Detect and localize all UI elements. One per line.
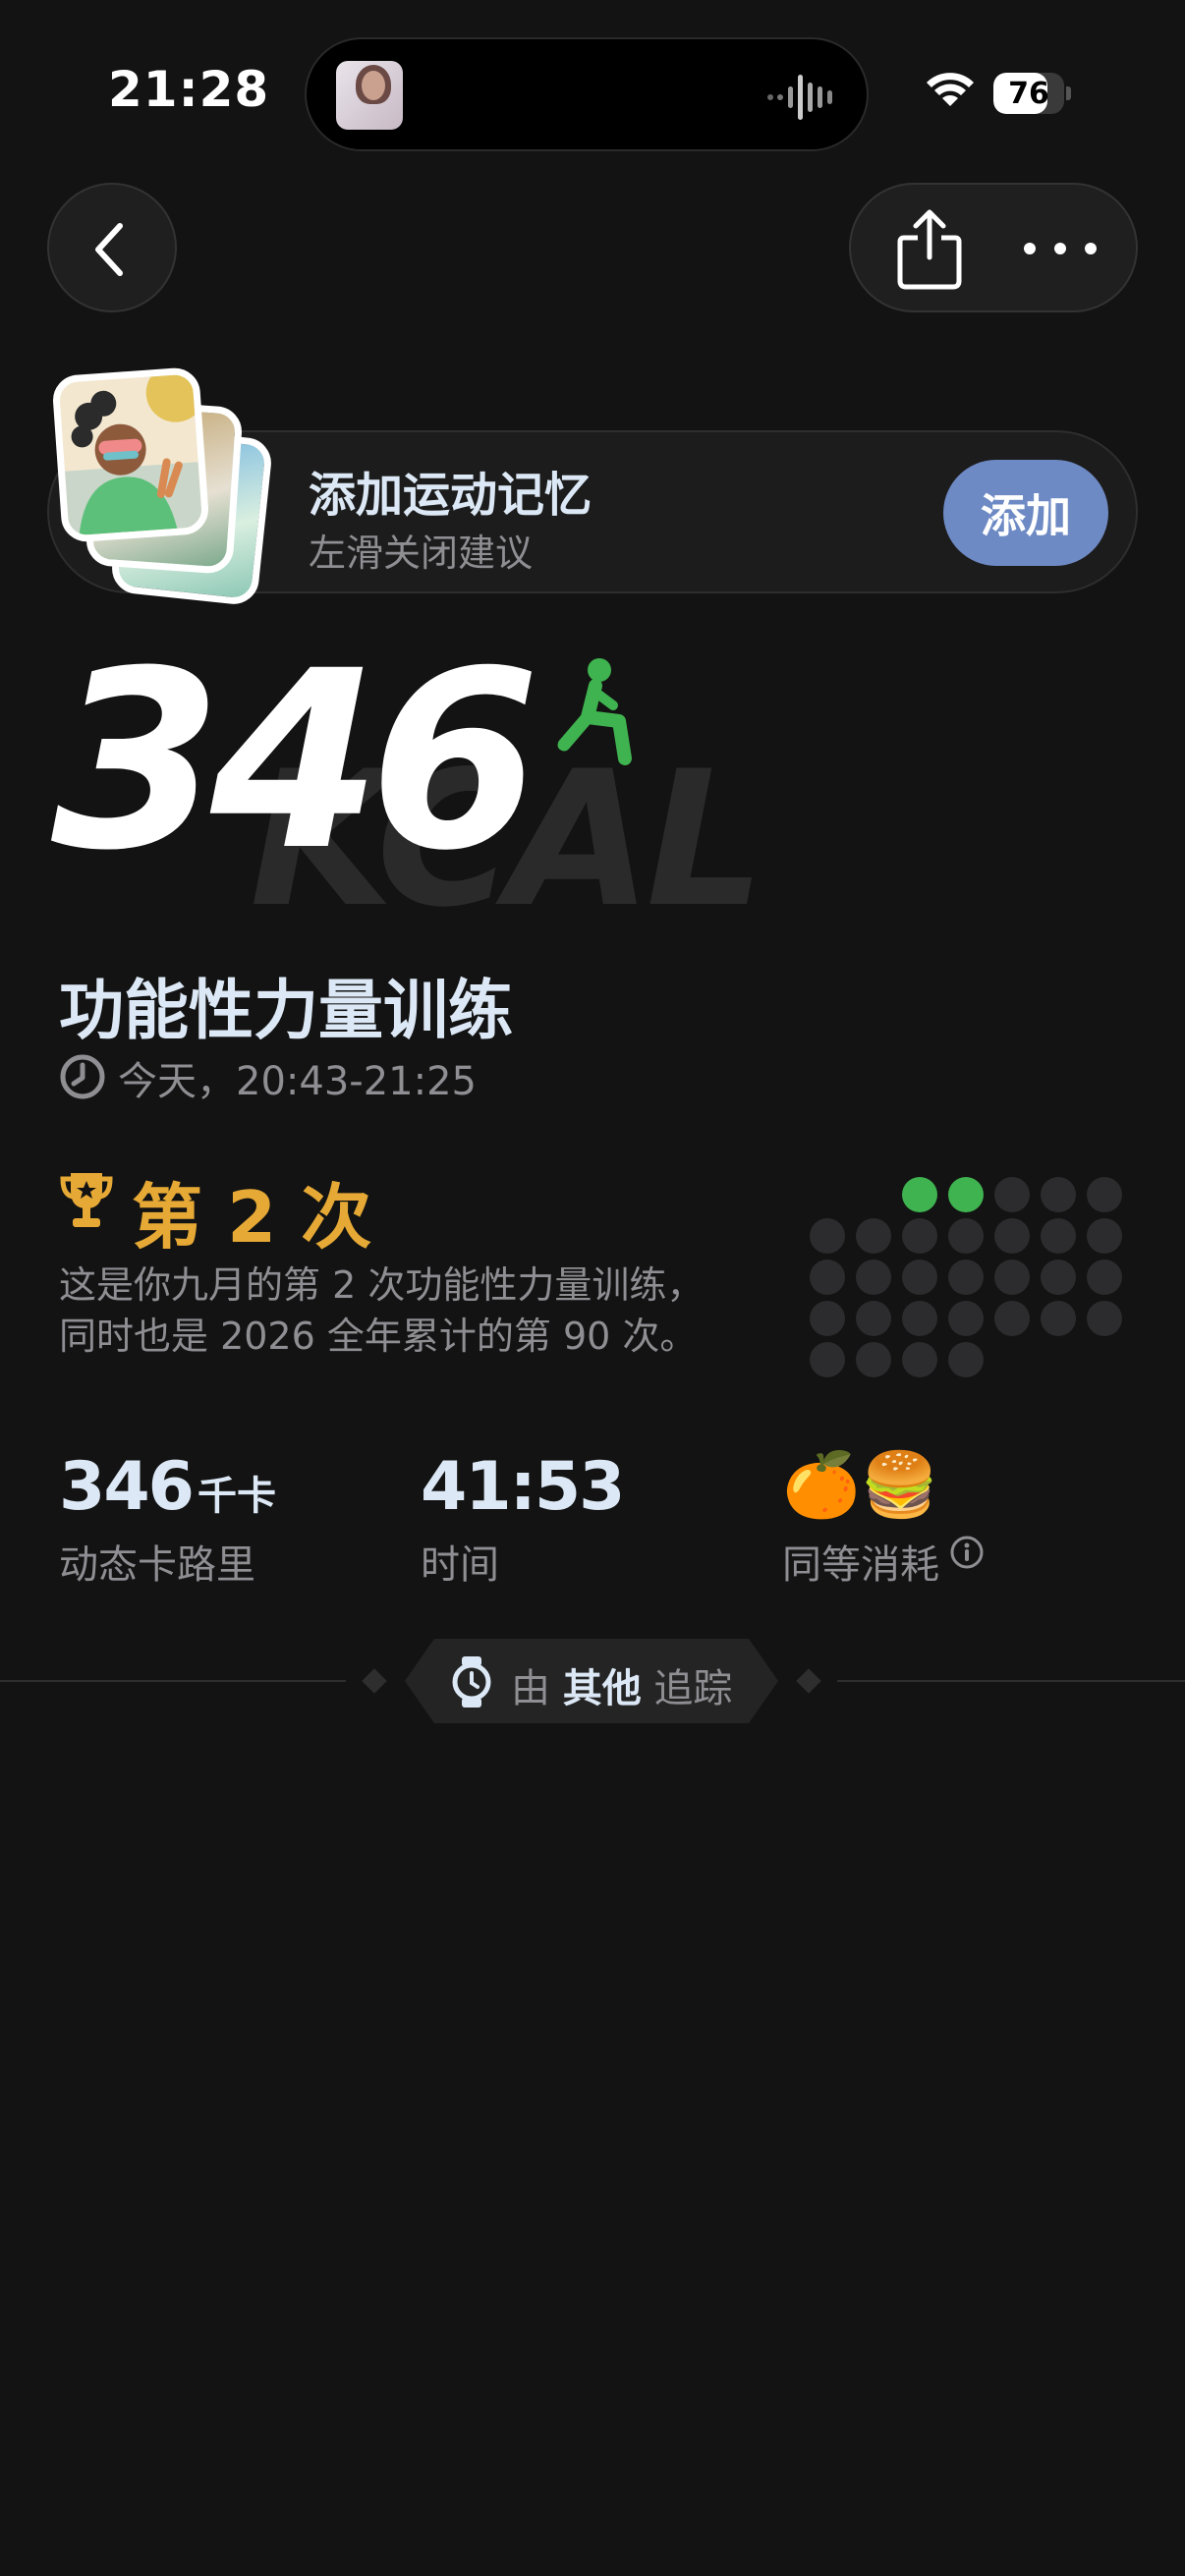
tracked-by-text: 由 其他 追踪 xyxy=(511,1656,732,1713)
progress-dot xyxy=(1041,1218,1076,1254)
workout-title: 功能性力量训练 xyxy=(59,973,513,1048)
progress-dot xyxy=(856,1342,891,1377)
progress-dot-completed xyxy=(902,1177,937,1212)
divider-diamond xyxy=(362,1668,387,1694)
memory-subtitle: 左滑关闭建议 xyxy=(309,532,534,575)
divider xyxy=(837,1680,1185,1682)
progress-dot xyxy=(1087,1301,1122,1336)
progress-dot xyxy=(856,1301,891,1336)
active-calories-label: 动态卡路里 xyxy=(59,1542,255,1588)
watch-icon xyxy=(452,1656,491,1708)
status-time: 21:28 xyxy=(108,61,270,118)
share-icon[interactable] xyxy=(890,208,969,291)
progress-dot xyxy=(902,1342,937,1377)
progress-dot xyxy=(1087,1177,1122,1212)
progress-dot xyxy=(902,1301,937,1336)
stat-unit: 千卡 xyxy=(198,1474,277,1519)
memory-title: 添加运动记忆 xyxy=(309,468,592,523)
progress-dot xyxy=(856,1218,891,1254)
ellipsis-icon[interactable] xyxy=(1016,224,1104,273)
food-equivalent-label[interactable]: 同等消耗 xyxy=(782,1533,939,1590)
progress-dot xyxy=(948,1218,984,1254)
memory-photo-illustration xyxy=(51,365,210,544)
description-line: 这是你九月的第 2 次功能性力量训练， xyxy=(59,1263,705,1307)
back-button[interactable] xyxy=(47,183,177,312)
progress-dot xyxy=(994,1177,1030,1212)
workout-time-range: 今天，20:43-21:25 xyxy=(118,1059,477,1104)
dynamic-island[interactable] xyxy=(305,37,869,151)
progress-dot xyxy=(994,1301,1030,1336)
progress-dot xyxy=(1087,1260,1122,1295)
battery-tip xyxy=(1066,86,1071,100)
description-line: 同时也是 2026 全年累计的第 90 次。 xyxy=(59,1315,698,1358)
duration-value: 41:53 xyxy=(421,1448,625,1526)
battery-level: 76 xyxy=(1008,77,1049,111)
progress-dot xyxy=(1041,1260,1076,1295)
tracked-by-suffix: 追踪 xyxy=(653,1666,733,1711)
progress-dot xyxy=(1041,1301,1076,1336)
stat-value: 346 xyxy=(59,1448,195,1526)
action-pill xyxy=(849,183,1138,312)
progress-dot xyxy=(902,1218,937,1254)
progress-dot xyxy=(948,1342,984,1377)
tracking-source: 其他 xyxy=(562,1666,642,1711)
progress-dot xyxy=(994,1260,1030,1295)
progress-dot xyxy=(948,1260,984,1295)
workout-count-rank: 第 2 次 xyxy=(132,1176,372,1259)
progress-dot xyxy=(810,1301,845,1336)
wifi-icon xyxy=(927,73,974,106)
calorie-total: 346 xyxy=(51,618,540,904)
food-equivalent-icons[interactable]: 🍊🍔 xyxy=(782,1448,938,1522)
progress-dot xyxy=(902,1260,937,1295)
progress-dot xyxy=(810,1218,845,1254)
progress-dot xyxy=(810,1342,845,1377)
battery-icon: 76 xyxy=(993,73,1064,114)
info-icon[interactable] xyxy=(949,1535,985,1570)
progress-dot xyxy=(810,1260,845,1295)
progress-dot-completed xyxy=(948,1177,984,1212)
divider-diamond xyxy=(796,1668,821,1694)
achievement-description: 这是你九月的第 2 次功能性力量训练， 同时也是 2026 全年累计的第 90 … xyxy=(59,1260,766,1362)
tracked-by-badge: 由 其他 追踪 xyxy=(405,1639,778,1723)
divider xyxy=(0,1680,346,1682)
monthly-progress-dots xyxy=(810,1177,1122,1377)
duration-label: 时间 xyxy=(421,1542,499,1588)
waveform-icon xyxy=(767,75,832,120)
strength-training-icon xyxy=(557,658,632,765)
progress-dot xyxy=(994,1218,1030,1254)
trophy-icon xyxy=(60,1173,113,1227)
now-playing-artwork xyxy=(336,61,403,130)
progress-dot xyxy=(856,1260,891,1295)
active-calories-value: 346 千卡 xyxy=(59,1448,276,1526)
progress-dot xyxy=(1087,1218,1122,1254)
add-memory-button[interactable]: 添加 xyxy=(943,460,1108,566)
chevron-left-icon xyxy=(95,223,123,276)
progress-dot xyxy=(948,1301,984,1336)
progress-dot xyxy=(1041,1177,1076,1212)
clock-icon xyxy=(60,1054,105,1099)
tracked-by-prefix: 由 xyxy=(511,1666,550,1711)
